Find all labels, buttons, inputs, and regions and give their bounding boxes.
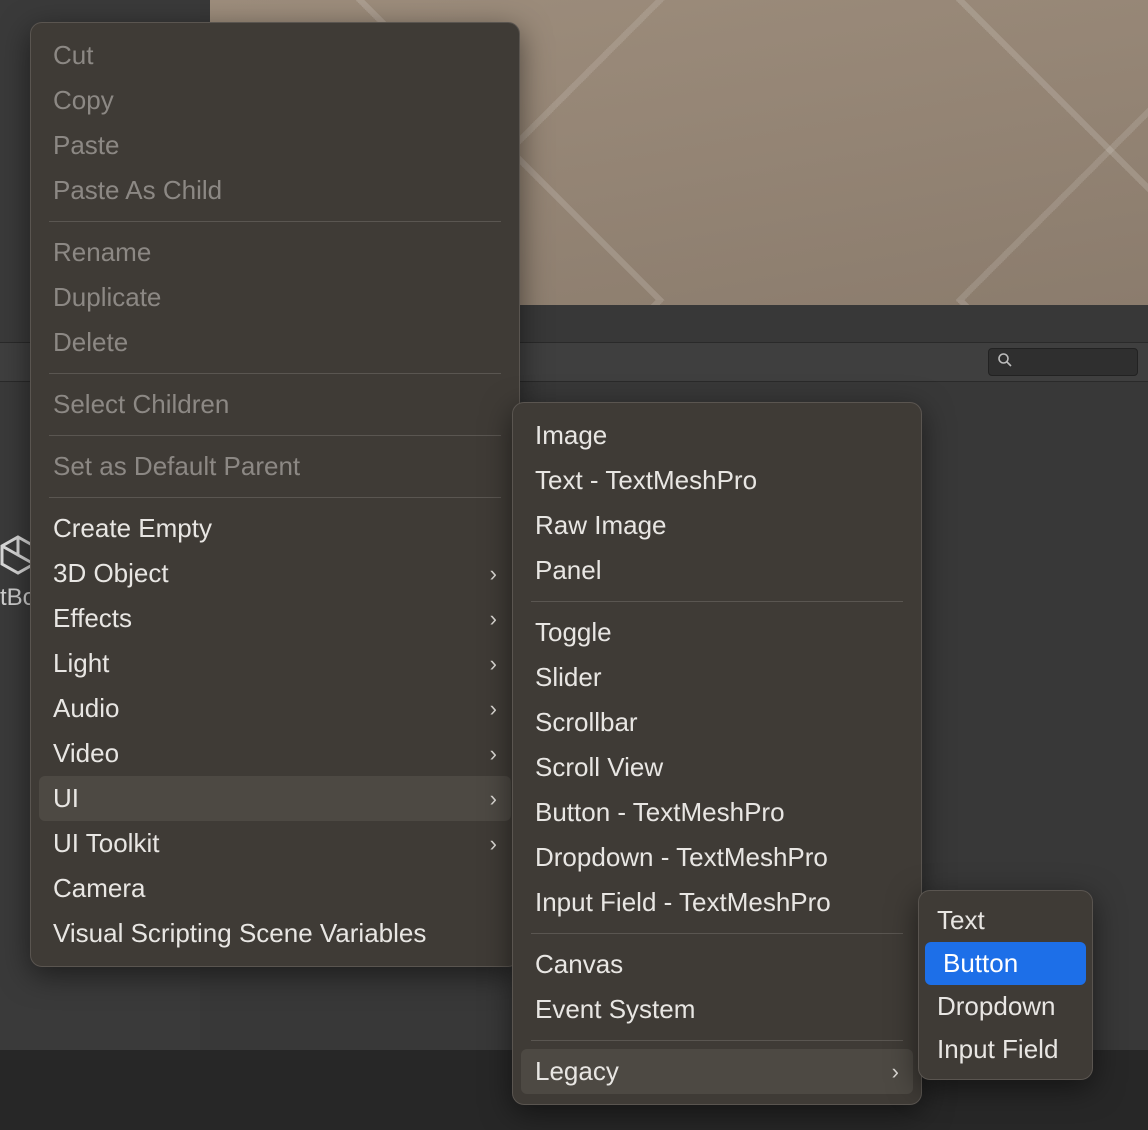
menu-item-label: Event System	[535, 994, 695, 1025]
menu-item-scrollbar[interactable]: Scrollbar	[513, 700, 921, 745]
context-menu-legacy: Text Button Dropdown Input Field	[918, 890, 1093, 1080]
menu-item-label: Set as Default Parent	[53, 451, 300, 482]
menu-item-dropdown-tmp[interactable]: Dropdown - TextMeshPro	[513, 835, 921, 880]
menu-item-label: Select Children	[53, 389, 229, 420]
menu-item-label: Rename	[53, 237, 151, 268]
menu-item-canvas[interactable]: Canvas	[513, 942, 921, 987]
menu-item-label: Light	[53, 648, 109, 679]
menu-item-select-children[interactable]: Select Children	[31, 382, 519, 427]
menu-item-rename[interactable]: Rename	[31, 230, 519, 275]
menu-item-set-default-parent[interactable]: Set as Default Parent	[31, 444, 519, 489]
menu-item-label: Delete	[53, 327, 128, 358]
context-menu-ui: Image Text - TextMeshPro Raw Image Panel…	[512, 402, 922, 1105]
menu-item-label: Text	[937, 905, 985, 936]
menu-item-label: Text - TextMeshPro	[535, 465, 757, 496]
menu-item-paste-as-child[interactable]: Paste As Child	[31, 168, 519, 213]
menu-item-raw-image[interactable]: Raw Image	[513, 503, 921, 548]
menu-item-label: Copy	[53, 85, 114, 116]
menu-item-label: Raw Image	[535, 510, 667, 541]
menu-item-camera[interactable]: Camera	[31, 866, 519, 911]
search-input[interactable]	[988, 348, 1138, 376]
menu-item-copy[interactable]: Copy	[31, 78, 519, 123]
menu-item-label: Canvas	[535, 949, 623, 980]
menu-item-legacy[interactable]: Legacy ›	[521, 1049, 913, 1094]
menu-item-label: Toggle	[535, 617, 612, 648]
menu-separator	[49, 497, 501, 498]
menu-item-label: Button - TextMeshPro	[535, 797, 785, 828]
menu-item-label: 3D Object	[53, 558, 169, 589]
menu-separator	[531, 933, 903, 934]
menu-item-label: Visual Scripting Scene Variables	[53, 918, 426, 949]
chevron-right-icon: ›	[490, 741, 497, 767]
context-menu-main: Cut Copy Paste Paste As Child Rename Dup…	[30, 22, 520, 967]
menu-item-toggle[interactable]: Toggle	[513, 610, 921, 655]
chevron-right-icon: ›	[490, 606, 497, 632]
menu-item-dropdown-legacy[interactable]: Dropdown	[919, 985, 1092, 1028]
menu-separator	[49, 221, 501, 222]
menu-item-event-system[interactable]: Event System	[513, 987, 921, 1032]
menu-item-label: Scrollbar	[535, 707, 638, 738]
menu-item-effects[interactable]: Effects ›	[31, 596, 519, 641]
menu-item-label: UI	[53, 783, 79, 814]
menu-item-label: Input Field - TextMeshPro	[535, 887, 831, 918]
menu-item-label: Paste As Child	[53, 175, 222, 206]
menu-item-light[interactable]: Light ›	[31, 641, 519, 686]
search-icon	[997, 352, 1013, 373]
menu-item-label: Scroll View	[535, 752, 663, 783]
menu-item-scroll-view[interactable]: Scroll View	[513, 745, 921, 790]
menu-item-button-legacy[interactable]: Button	[925, 942, 1086, 985]
menu-item-label: Slider	[535, 662, 601, 693]
menu-separator	[531, 1040, 903, 1041]
menu-item-label: Dropdown	[937, 991, 1056, 1022]
menu-item-3d-object[interactable]: 3D Object ›	[31, 551, 519, 596]
menu-separator	[49, 435, 501, 436]
menu-item-paste[interactable]: Paste	[31, 123, 519, 168]
menu-separator	[531, 601, 903, 602]
menu-item-label: Duplicate	[53, 282, 161, 313]
menu-item-label: Audio	[53, 693, 120, 724]
menu-item-label: Paste	[53, 130, 120, 161]
menu-item-label: Legacy	[535, 1056, 619, 1087]
menu-item-video[interactable]: Video ›	[31, 731, 519, 776]
menu-item-audio[interactable]: Audio ›	[31, 686, 519, 731]
menu-item-input-field-tmp[interactable]: Input Field - TextMeshPro	[513, 880, 921, 925]
menu-item-button-tmp[interactable]: Button - TextMeshPro	[513, 790, 921, 835]
menu-item-text-tmp[interactable]: Text - TextMeshPro	[513, 458, 921, 503]
chevron-right-icon: ›	[892, 1059, 899, 1085]
menu-item-text-legacy[interactable]: Text	[919, 899, 1092, 942]
menu-item-input-field-legacy[interactable]: Input Field	[919, 1028, 1092, 1071]
menu-item-ui[interactable]: UI ›	[39, 776, 511, 821]
menu-item-delete[interactable]: Delete	[31, 320, 519, 365]
chevron-right-icon: ›	[490, 651, 497, 677]
menu-item-label: Panel	[535, 555, 602, 586]
chevron-right-icon: ›	[490, 561, 497, 587]
menu-item-panel[interactable]: Panel	[513, 548, 921, 593]
menu-item-image[interactable]: Image	[513, 413, 921, 458]
menu-item-label: Image	[535, 420, 607, 451]
menu-item-slider[interactable]: Slider	[513, 655, 921, 700]
menu-item-visual-scripting[interactable]: Visual Scripting Scene Variables	[31, 911, 519, 956]
menu-item-label: UI Toolkit	[53, 828, 159, 859]
menu-item-label: Button	[943, 948, 1018, 979]
menu-item-label: Video	[53, 738, 119, 769]
chevron-right-icon: ›	[490, 831, 497, 857]
menu-item-label: Dropdown - TextMeshPro	[535, 842, 828, 873]
menu-item-ui-toolkit[interactable]: UI Toolkit ›	[31, 821, 519, 866]
menu-separator	[49, 373, 501, 374]
chevron-right-icon: ›	[490, 696, 497, 722]
menu-item-cut[interactable]: Cut	[31, 33, 519, 78]
menu-item-label: Camera	[53, 873, 145, 904]
menu-item-label: Create Empty	[53, 513, 212, 544]
menu-item-create-empty[interactable]: Create Empty	[31, 506, 519, 551]
menu-item-duplicate[interactable]: Duplicate	[31, 275, 519, 320]
chevron-right-icon: ›	[490, 786, 497, 812]
menu-item-label: Cut	[53, 40, 93, 71]
menu-item-label: Input Field	[937, 1034, 1058, 1065]
menu-item-label: Effects	[53, 603, 132, 634]
